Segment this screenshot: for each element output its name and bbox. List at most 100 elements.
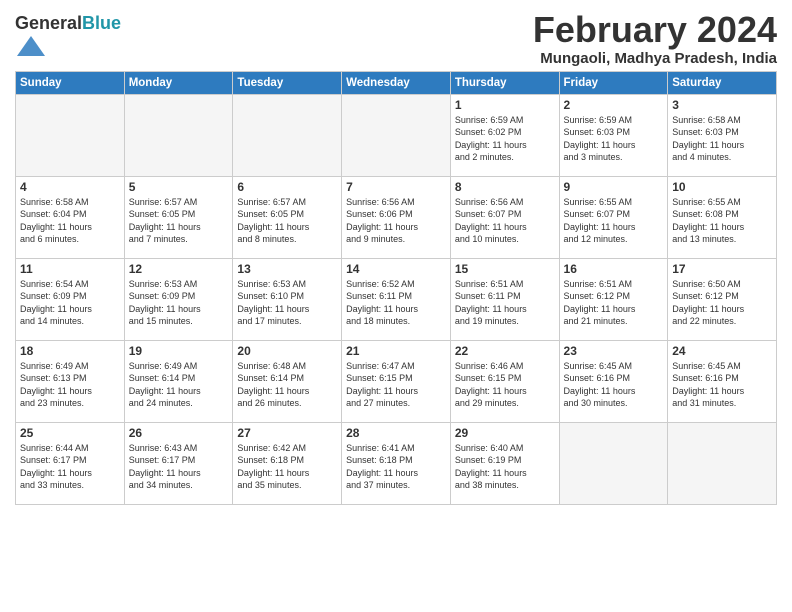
day-info: Sunrise: 6:46 AM Sunset: 6:15 PM Dayligh… bbox=[455, 360, 555, 410]
day-info: Sunrise: 6:58 AM Sunset: 6:04 PM Dayligh… bbox=[20, 196, 120, 246]
day-info: Sunrise: 6:45 AM Sunset: 6:16 PM Dayligh… bbox=[564, 360, 664, 410]
col-thursday: Thursday bbox=[450, 71, 559, 94]
table-row: 10 Sunrise: 6:55 AM Sunset: 6:08 PM Dayli… bbox=[668, 176, 777, 258]
day-info: Sunrise: 6:51 AM Sunset: 6:12 PM Dayligh… bbox=[564, 278, 664, 328]
day-info: Sunrise: 6:40 AM Sunset: 6:19 PM Dayligh… bbox=[455, 442, 555, 492]
table-row: 22 Sunrise: 6:46 AM Sunset: 6:15 PM Dayli… bbox=[450, 340, 559, 422]
table-row bbox=[559, 422, 668, 504]
table-row: 9 Sunrise: 6:55 AM Sunset: 6:07 PM Daylig… bbox=[559, 176, 668, 258]
table-row: 15Sunrise: 6:51 AM Sunset: 6:11 PM Dayli… bbox=[450, 258, 559, 340]
day-info: Sunrise: 6:49 AM Sunset: 6:14 PM Dayligh… bbox=[129, 360, 229, 410]
day-number: 5 bbox=[129, 180, 229, 194]
calendar-week-3: 18 Sunrise: 6:49 AM Sunset: 6:13 PM Dayli… bbox=[16, 340, 777, 422]
logo-text: GeneralBlue bbox=[15, 14, 121, 34]
table-row: 19Sunrise: 6:49 AM Sunset: 6:14 PM Dayli… bbox=[124, 340, 233, 422]
day-info: Sunrise: 6:59 AM Sunset: 6:02 PM Dayligh… bbox=[455, 114, 555, 164]
day-number: 27 bbox=[237, 426, 337, 440]
day-info: Sunrise: 6:51 AM Sunset: 6:11 PM Dayligh… bbox=[455, 278, 555, 328]
table-row: 11Sunrise: 6:54 AM Sunset: 6:09 PM Dayli… bbox=[16, 258, 125, 340]
day-number: 18 bbox=[20, 344, 120, 358]
logo: GeneralBlue bbox=[15, 14, 121, 63]
table-row: 13 Sunrise: 6:53 AM Sunset: 6:10 PM Dayli… bbox=[233, 258, 342, 340]
calendar-week-1: 4 Sunrise: 6:58 AM Sunset: 6:04 PM Daylig… bbox=[16, 176, 777, 258]
day-number: 28 bbox=[346, 426, 446, 440]
logo-icon bbox=[17, 34, 45, 58]
table-row: 18 Sunrise: 6:49 AM Sunset: 6:13 PM Dayli… bbox=[16, 340, 125, 422]
table-row: 12 Sunrise: 6:53 AM Sunset: 6:09 PM Dayli… bbox=[124, 258, 233, 340]
day-info: Sunrise: 6:44 AM Sunset: 6:17 PM Dayligh… bbox=[20, 442, 120, 492]
table-row bbox=[233, 94, 342, 176]
month-title: February 2024 bbox=[533, 10, 777, 50]
day-number: 22 bbox=[455, 344, 555, 358]
day-info: Sunrise: 6:43 AM Sunset: 6:17 PM Dayligh… bbox=[129, 442, 229, 492]
table-row: 29 Sunrise: 6:40 AM Sunset: 6:19 PM Dayli… bbox=[450, 422, 559, 504]
day-info: Sunrise: 6:53 AM Sunset: 6:10 PM Dayligh… bbox=[237, 278, 337, 328]
day-number: 24 bbox=[672, 344, 772, 358]
table-row: 24 Sunrise: 6:45 AM Sunset: 6:16 PM Dayli… bbox=[668, 340, 777, 422]
day-number: 29 bbox=[455, 426, 555, 440]
table-row: 25 Sunrise: 6:44 AM Sunset: 6:17 PM Dayli… bbox=[16, 422, 125, 504]
table-row: 8 Sunrise: 6:56 AM Sunset: 6:07 PM Daylig… bbox=[450, 176, 559, 258]
day-number: 3 bbox=[672, 98, 772, 112]
day-info: Sunrise: 6:41 AM Sunset: 6:18 PM Dayligh… bbox=[346, 442, 446, 492]
day-number: 14 bbox=[346, 262, 446, 276]
col-sunday: Sunday bbox=[16, 71, 125, 94]
day-info: Sunrise: 6:55 AM Sunset: 6:08 PM Dayligh… bbox=[672, 196, 772, 246]
header-row: Sunday Monday Tuesday Wednesday Thursday… bbox=[16, 71, 777, 94]
day-info: Sunrise: 6:57 AM Sunset: 6:05 PM Dayligh… bbox=[129, 196, 229, 246]
day-number: 7 bbox=[346, 180, 446, 194]
col-wednesday: Wednesday bbox=[342, 71, 451, 94]
day-info: Sunrise: 6:55 AM Sunset: 6:07 PM Dayligh… bbox=[564, 196, 664, 246]
logo-general: General bbox=[15, 13, 82, 33]
table-row: 26 Sunrise: 6:43 AM Sunset: 6:17 PM Dayli… bbox=[124, 422, 233, 504]
day-number: 6 bbox=[237, 180, 337, 194]
day-number: 10 bbox=[672, 180, 772, 194]
table-row: 2 Sunrise: 6:59 AM Sunset: 6:03 PM Daylig… bbox=[559, 94, 668, 176]
table-row: 17 Sunrise: 6:50 AM Sunset: 6:12 PM Dayli… bbox=[668, 258, 777, 340]
day-number: 11 bbox=[20, 262, 120, 276]
logo-blue: Blue bbox=[82, 13, 121, 33]
day-info: Sunrise: 6:50 AM Sunset: 6:12 PM Dayligh… bbox=[672, 278, 772, 328]
day-number: 20 bbox=[237, 344, 337, 358]
day-number: 23 bbox=[564, 344, 664, 358]
table-row: 28 Sunrise: 6:41 AM Sunset: 6:18 PM Dayli… bbox=[342, 422, 451, 504]
location: Mungaoli, Madhya Pradesh, India bbox=[533, 50, 777, 67]
col-monday: Monday bbox=[124, 71, 233, 94]
table-row: 20 Sunrise: 6:48 AM Sunset: 6:14 PM Dayli… bbox=[233, 340, 342, 422]
calendar-week-4: 25 Sunrise: 6:44 AM Sunset: 6:17 PM Dayli… bbox=[16, 422, 777, 504]
table-row: 7Sunrise: 6:56 AM Sunset: 6:06 PM Daylig… bbox=[342, 176, 451, 258]
day-number: 25 bbox=[20, 426, 120, 440]
day-number: 8 bbox=[455, 180, 555, 194]
day-info: Sunrise: 6:45 AM Sunset: 6:16 PM Dayligh… bbox=[672, 360, 772, 410]
table-row: 5 Sunrise: 6:57 AM Sunset: 6:05 PM Daylig… bbox=[124, 176, 233, 258]
table-row: 16 Sunrise: 6:51 AM Sunset: 6:12 PM Dayli… bbox=[559, 258, 668, 340]
day-number: 17 bbox=[672, 262, 772, 276]
calendar-week-2: 11Sunrise: 6:54 AM Sunset: 6:09 PM Dayli… bbox=[16, 258, 777, 340]
day-number: 2 bbox=[564, 98, 664, 112]
table-row: 1 Sunrise: 6:59 AM Sunset: 6:02 PM Daylig… bbox=[450, 94, 559, 176]
table-row: 27 Sunrise: 6:42 AM Sunset: 6:18 PM Dayli… bbox=[233, 422, 342, 504]
day-info: Sunrise: 6:58 AM Sunset: 6:03 PM Dayligh… bbox=[672, 114, 772, 164]
day-number: 13 bbox=[237, 262, 337, 276]
day-number: 16 bbox=[564, 262, 664, 276]
day-number: 4 bbox=[20, 180, 120, 194]
day-number: 1 bbox=[455, 98, 555, 112]
day-number: 12 bbox=[129, 262, 229, 276]
header: GeneralBlue February 2024 Mungaoli, Madh… bbox=[15, 10, 777, 67]
page-container: GeneralBlue February 2024 Mungaoli, Madh… bbox=[0, 0, 792, 510]
table-row bbox=[124, 94, 233, 176]
table-row: 4 Sunrise: 6:58 AM Sunset: 6:04 PM Daylig… bbox=[16, 176, 125, 258]
day-number: 26 bbox=[129, 426, 229, 440]
day-info: Sunrise: 6:59 AM Sunset: 6:03 PM Dayligh… bbox=[564, 114, 664, 164]
day-info: Sunrise: 6:49 AM Sunset: 6:13 PM Dayligh… bbox=[20, 360, 120, 410]
day-info: Sunrise: 6:52 AM Sunset: 6:11 PM Dayligh… bbox=[346, 278, 446, 328]
day-info: Sunrise: 6:48 AM Sunset: 6:14 PM Dayligh… bbox=[237, 360, 337, 410]
table-row: 6 Sunrise: 6:57 AM Sunset: 6:05 PM Daylig… bbox=[233, 176, 342, 258]
day-info: Sunrise: 6:57 AM Sunset: 6:05 PM Dayligh… bbox=[237, 196, 337, 246]
day-info: Sunrise: 6:56 AM Sunset: 6:07 PM Dayligh… bbox=[455, 196, 555, 246]
day-info: Sunrise: 6:53 AM Sunset: 6:09 PM Dayligh… bbox=[129, 278, 229, 328]
table-row: 3 Sunrise: 6:58 AM Sunset: 6:03 PM Daylig… bbox=[668, 94, 777, 176]
day-info: Sunrise: 6:42 AM Sunset: 6:18 PM Dayligh… bbox=[237, 442, 337, 492]
day-number: 9 bbox=[564, 180, 664, 194]
col-friday: Friday bbox=[559, 71, 668, 94]
